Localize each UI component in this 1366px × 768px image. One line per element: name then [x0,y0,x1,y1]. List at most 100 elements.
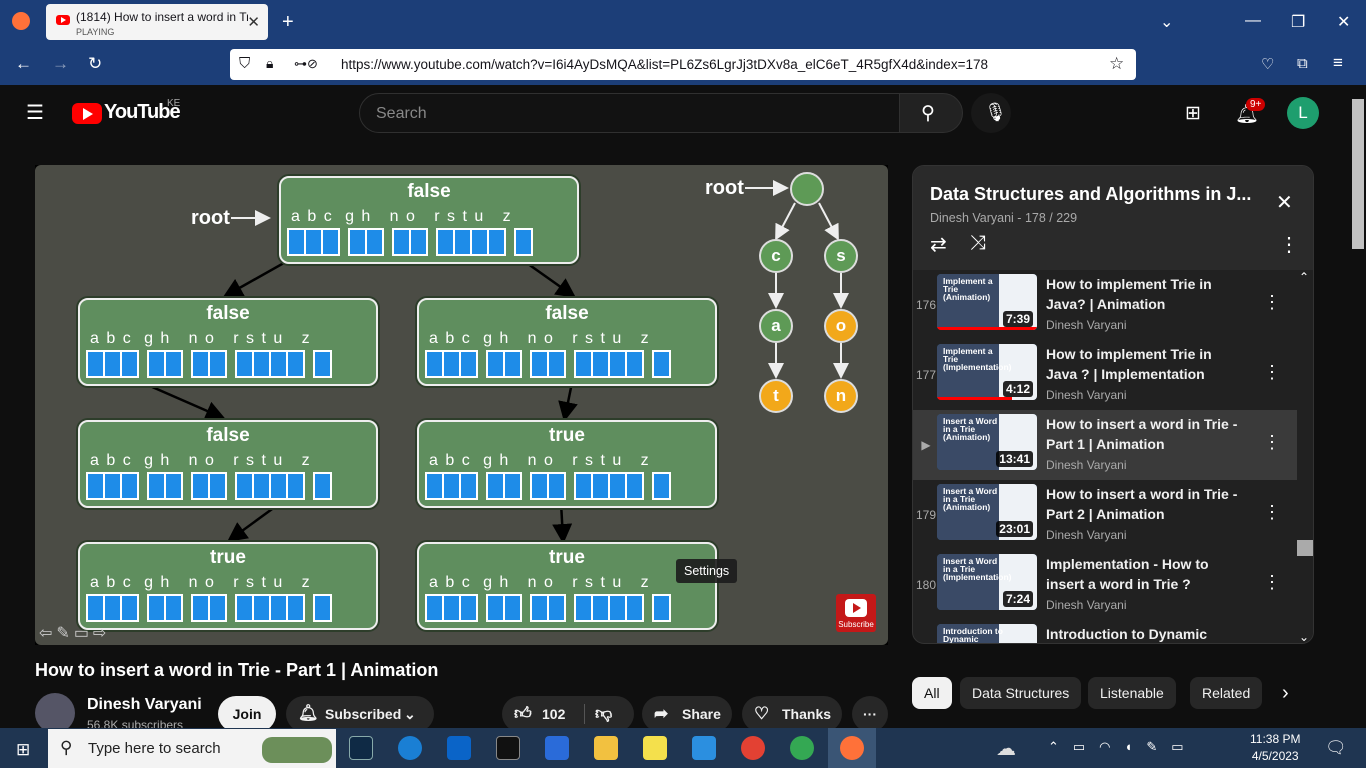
playlist-item-title[interactable]: Implementation - How to insert a word in… [1046,554,1246,594]
sticky-notes-icon[interactable] [643,736,667,760]
firefox-menu-icon[interactable] [12,12,30,30]
thanks-button[interactable]: ♡ Thanks [742,696,842,732]
restore-window-icon[interactable]: ❐ [1291,12,1305,32]
bookmark-star-icon[interactable]: ☆ [1109,54,1124,74]
playlist-item[interactable]: 179 Insert a Word in a Trie (Animation) … [913,480,1297,550]
channel-name[interactable]: Dinesh Varyani [87,696,202,714]
playlist-item[interactable]: ▶ Insert a Word in a Trie (Animation) 13… [913,410,1297,480]
vscode-icon[interactable] [692,736,716,760]
playlist-item-title[interactable]: How to implement Trie in Java ? | Implem… [1046,344,1246,384]
share-button[interactable]: ➦ Share [642,696,732,732]
playlist-item-channel[interactable]: Dinesh Varyani [1046,598,1126,612]
video-thumbnail[interactable]: Insert a Word in a Trie (Animation) 13:4… [937,414,1037,470]
shield-icon[interactable]: ⛉ [239,55,250,72]
channel-avatar[interactable] [35,693,75,733]
page-scrollbar[interactable] [1350,85,1366,728]
playlist-item-menu-icon[interactable]: ⋮ [1263,362,1281,383]
playlist-item[interactable]: 176 Implement a Trie (Animation) 7:39 Ho… [913,270,1297,340]
weather-icon[interactable]: ☁ [996,736,1016,761]
filter-chip[interactable]: Related [1190,677,1263,709]
search-button[interactable]: ⚲ [899,93,963,133]
shuffle-playlist-icon[interactable]: ⤨ [970,232,986,255]
video-thumbnail[interactable]: Implement a Trie (Implementation) 4:12 [937,344,1037,400]
voice-search-button[interactable]: 🎙︎ [971,93,1011,133]
file-explorer-icon[interactable] [594,736,618,760]
close-tab-icon[interactable]: ✕ [247,13,260,31]
task-view-icon[interactable] [349,736,373,760]
extensions-icon[interactable]: ⧉ [1297,55,1308,72]
child-pointer-group [652,350,671,378]
playlist-item[interactable]: 177 Implement a Trie (Implementation) 4:… [913,340,1297,410]
filter-chip[interactable]: Listenable [1088,677,1176,709]
account-avatar[interactable]: L [1287,97,1319,129]
pocket-icon[interactable]: ♡ [1261,55,1274,73]
playlist-scrollbar[interactable]: ⌃ ⌄ [1297,270,1313,643]
share-icon: ➦ [654,704,669,723]
dislike-icon[interactable]: 👎︎ [595,696,612,732]
hamburger-menu-icon[interactable]: ☰ [26,103,46,123]
playlist-item-channel[interactable]: Dinesh Varyani [1046,528,1126,542]
chrome-profile-icon[interactable] [790,736,814,760]
system-tray-icons[interactable]: ⌃▭◠◖✎▭ [1048,739,1198,755]
subscribe-watermark[interactable]: Subscribe [836,594,876,632]
playlist-item[interactable]: Introduction to Dynamic Introduction to … [913,620,1297,643]
filter-chip[interactable]: Data Structures [960,677,1082,709]
taskbar-search-input[interactable]: ⚲ Type here to search [48,729,336,768]
taskbar-firefox-active[interactable] [828,728,876,768]
playlist-item-channel[interactable]: Dinesh Varyani [1046,458,1126,472]
new-tab-icon[interactable]: + [282,11,294,34]
chips-next-icon[interactable]: › [1282,682,1289,705]
forward-icon[interactable]: → [52,54,69,74]
more-actions-icon[interactable]: ··· [852,696,888,732]
playlist-item-menu-icon[interactable]: ⋮ [1263,292,1281,313]
video-thumbnail[interactable]: Insert a Word in a Trie (Animation) 23:0… [937,484,1037,540]
playlist-item-title[interactable]: How to insert a word in Trie - Part 1 | … [1046,414,1246,454]
windows-start-icon[interactable]: ⊞ [16,740,30,760]
video-thumbnail[interactable]: Insert a Word in a Trie (Implementation)… [937,554,1037,610]
store-icon[interactable] [545,736,569,760]
reload-icon[interactable]: ↻ [88,54,102,74]
taskbar-clock[interactable]: 11:38 PM 4/5/2023 [1250,731,1300,765]
video-thumbnail[interactable]: Introduction to Dynamic [937,624,1037,643]
notification-center-icon[interactable]: 🗨︎ [1325,738,1347,758]
playlist-item-title[interactable]: Introduction to Dynamic [1046,624,1246,643]
create-video-icon[interactable]: ⊞ [1185,102,1201,125]
mail-icon[interactable] [447,736,471,760]
like-count[interactable]: 102 [542,696,565,732]
playlist-item-channel[interactable]: Dinesh Varyani [1046,318,1126,332]
playlist-item[interactable]: 180 Insert a Word in a Trie (Implementat… [913,550,1297,620]
video-thumbnail[interactable]: Implement a Trie (Animation) 7:39 [937,274,1037,330]
like-icon[interactable]: 👍︎ [514,696,532,732]
list-tabs-icon[interactable]: ⌄ [1160,12,1173,32]
close-playlist-icon[interactable]: ✕ [1276,190,1293,215]
playlist-item-menu-icon[interactable]: ⋮ [1263,572,1281,593]
join-button[interactable]: Join [218,696,276,732]
playlist-item-title[interactable]: How to insert a word in Trie - Part 2 | … [1046,484,1246,524]
browser-tab-active[interactable]: (1814) How to insert a word in Trie PLAY… [46,4,268,40]
playlist-more-icon[interactable]: ⋮ [1279,232,1299,257]
chrome-icon[interactable] [741,736,765,760]
playlist-title[interactable]: Data Structures and Algorithms in J... [930,184,1251,205]
playlist-item-index: 180 [915,578,937,592]
playlist-item-menu-icon[interactable]: ⋮ [1263,432,1281,453]
playlist-item-channel[interactable]: Dinesh Varyani [1046,388,1126,402]
lock-icon[interactable]: 🔒︎ [266,55,273,72]
playlist-item-title[interactable]: How to implement Trie in Java? | Animati… [1046,274,1246,314]
child-pointer-group [86,350,139,378]
close-window-icon[interactable]: ✕ [1337,12,1350,32]
address-bar[interactable]: ⛉ 🔒︎ ⊶⊘ https://www.youtube.com/watch?v=… [230,49,1136,80]
terminal-icon[interactable] [496,736,520,760]
youtube-logo-icon[interactable] [72,103,102,124]
loop-playlist-icon[interactable]: ⇄ [930,232,947,257]
filter-chip[interactable]: All [912,677,952,709]
minimize-window-icon[interactable]: — [1245,12,1261,30]
subscribed-button[interactable]: 🔔︎ Subscribed ⌄ [286,696,434,732]
playlist-item-menu-icon[interactable]: ⋮ [1263,502,1281,523]
back-icon[interactable]: ← [15,54,32,74]
video-player[interactable]: root root false a b c g h n o r s t u z f… [35,165,888,645]
edge-browser-icon[interactable] [398,736,422,760]
permissions-icon[interactable]: ⊶⊘ [294,56,318,72]
app-menu-icon[interactable]: ≡ [1333,53,1343,73]
search-input[interactable]: Search [359,93,900,133]
slide-controls-icon[interactable]: ⇦✎▭⇨ [39,623,110,643]
